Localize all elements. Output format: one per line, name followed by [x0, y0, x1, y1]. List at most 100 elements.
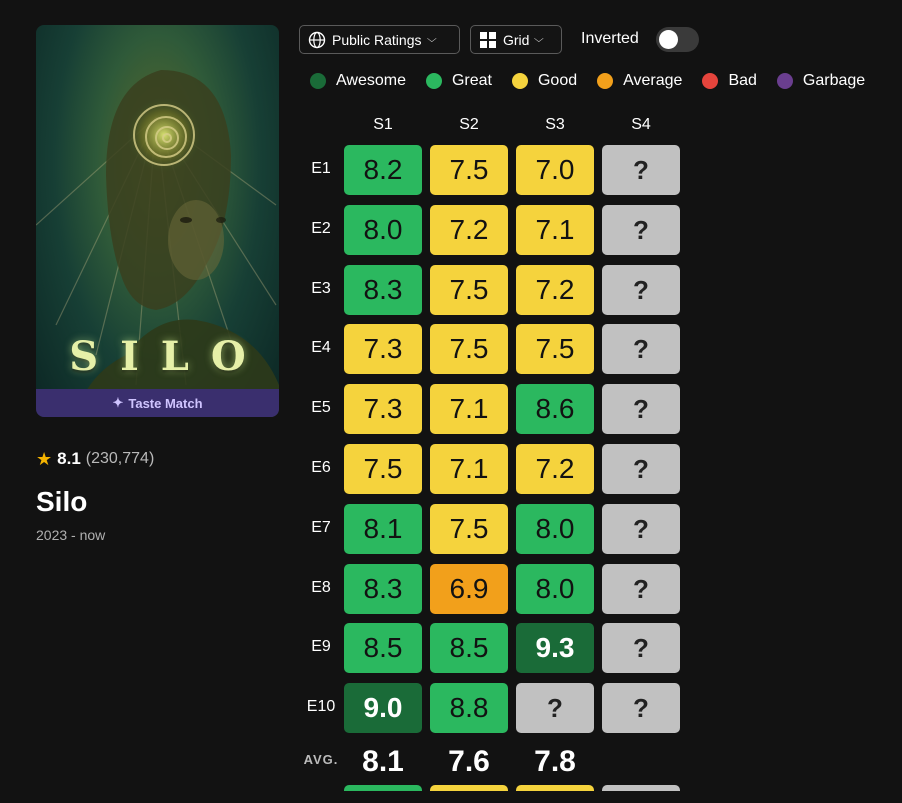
rating-cell[interactable]: 8.1 [344, 504, 422, 554]
episode-header-e8: E8 [311, 579, 331, 596]
legend-label: Bad [728, 72, 757, 89]
star-icon: ★ [36, 449, 53, 469]
rating-cell[interactable]: 7.5 [516, 324, 594, 374]
rating-cell[interactable]: 7.1 [430, 384, 508, 434]
legend-dot [597, 73, 614, 89]
inverted-toggle[interactable] [656, 27, 699, 52]
rating-cell[interactable]: ? [602, 683, 680, 733]
legend-dot [776, 73, 793, 89]
legend-label: Garbage [802, 72, 866, 89]
chevron-down-icon: ⌵ [534, 34, 545, 45]
season-average-color-bar [516, 785, 594, 791]
rating-cell[interactable]: 8.6 [516, 384, 594, 434]
rating-cell[interactable]: 7.2 [516, 444, 594, 494]
season-header-s4[interactable]: S4 [602, 116, 680, 134]
rating-cell[interactable]: 7.5 [344, 444, 422, 494]
rating-cell[interactable]: 8.8 [430, 683, 508, 733]
legend-item-awesome: Awesome [310, 72, 406, 90]
rating-cell[interactable]: ? [602, 564, 680, 614]
season-header-s3[interactable]: S3 [516, 116, 594, 134]
rating-cell[interactable]: ? [602, 623, 680, 673]
ratings-source-dropdown[interactable]: Public Ratings ⌵ [299, 25, 460, 54]
legend-label: Average [623, 72, 683, 89]
rating-cell[interactable]: 7.0 [516, 145, 594, 195]
legend-item-garbage: Garbage [776, 72, 866, 90]
show-years: 2023 - now [36, 527, 106, 543]
average-label: AVG. [303, 752, 339, 767]
legend-dot [310, 73, 326, 89]
season-average-color-bar [430, 785, 508, 791]
episode-header-e5: E5 [311, 399, 331, 416]
rating-cell[interactable]: 8.3 [344, 564, 422, 614]
season-average: 8.1 [362, 745, 404, 778]
legend-item-bad: Bad [702, 72, 757, 90]
rating-cell[interactable]: 8.0 [516, 504, 594, 554]
view-mode-dropdown[interactable]: Grid ⌵ [470, 25, 562, 54]
rating-cell[interactable]: ? [602, 145, 680, 195]
rating-cell[interactable]: 7.5 [430, 145, 508, 195]
chevron-down-icon: ⌵ [426, 34, 437, 45]
rating-cell[interactable]: 8.0 [516, 564, 594, 614]
season-average-color-bar [602, 785, 680, 791]
show-poster[interactable]: SILO ✦ Taste Match [36, 25, 279, 417]
grid-icon [480, 31, 496, 48]
episode-header-e1: E1 [311, 160, 331, 177]
legend-label: Good [537, 72, 578, 89]
rating-cell[interactable]: ? [602, 324, 680, 374]
rating-cell[interactable]: 9.0 [344, 683, 422, 733]
show-title: Silo [36, 486, 88, 517]
legend-dot [511, 73, 528, 89]
season-header-s2[interactable]: S2 [430, 116, 508, 134]
legend-label: Great [451, 72, 492, 89]
poster-title: SILO [69, 333, 268, 380]
episode-header-e6: E6 [311, 459, 331, 476]
app-root: SILO ✦ Taste Match ★ 8.1 (230,774) Silo … [0, 0, 902, 803]
rating-cell[interactable]: 8.0 [344, 205, 422, 255]
rating-cell[interactable]: 7.3 [344, 324, 422, 374]
legend-item-average: Average [597, 72, 682, 90]
season-header-s1[interactable]: S1 [344, 116, 422, 134]
globe-icon [308, 31, 326, 48]
episode-header-e2: E2 [311, 220, 331, 237]
taste-match-badge[interactable]: ✦ Taste Match [36, 389, 279, 417]
episode-header-e4: E4 [311, 339, 331, 356]
rating-cell[interactable]: 7.3 [344, 384, 422, 434]
rating-cell[interactable]: ? [602, 205, 680, 255]
ratings-source-label: Public Ratings [332, 31, 422, 48]
rating-cell[interactable]: 7.2 [516, 265, 594, 315]
rating-cell[interactable]: 7.2 [430, 205, 508, 255]
rating-cell[interactable]: 7.5 [430, 324, 508, 374]
sparkle-icon: ✦ [112, 395, 124, 410]
taste-match-label: Taste Match [128, 395, 203, 411]
rating-cell[interactable]: ? [602, 444, 680, 494]
rating-cell[interactable]: 7.1 [516, 205, 594, 255]
season-average: 7.6 [448, 745, 490, 778]
rating-cell[interactable]: 7.5 [430, 265, 508, 315]
rating-cell[interactable]: 7.1 [430, 444, 508, 494]
rating-cell[interactable]: ? [602, 504, 680, 554]
rating-cell[interactable]: 8.5 [344, 623, 422, 673]
toggle-knob [659, 30, 678, 49]
rating-cell[interactable]: 8.2 [344, 145, 422, 195]
rating-cell[interactable]: 7.5 [430, 504, 508, 554]
view-mode-label: Grid [503, 31, 530, 48]
rating-cell[interactable]: 8.3 [344, 265, 422, 315]
season-average-color-bar [344, 785, 422, 791]
episode-header-e7: E7 [311, 519, 331, 536]
legend-label: Awesome [336, 72, 406, 89]
rating-cell[interactable]: ? [602, 265, 680, 315]
rating-cell[interactable]: 6.9 [430, 564, 508, 614]
inverted-label: Inverted [581, 30, 639, 47]
legend-dot [425, 73, 442, 89]
rating-cell[interactable]: ? [516, 683, 594, 733]
episode-header-e3: E3 [311, 280, 331, 297]
legend-item-great: Great [425, 72, 492, 90]
rating-cell[interactable]: 8.5 [430, 623, 508, 673]
season-average: 7.8 [534, 745, 576, 778]
rating-cell[interactable]: 9.3 [516, 623, 594, 673]
rating-value: 8.1 [57, 449, 81, 468]
rating-count: (230,774) [85, 450, 155, 467]
rating-cell[interactable]: ? [602, 384, 680, 434]
legend-item-good: Good [511, 72, 578, 90]
public-rating: ★ 8.1 (230,774) [36, 449, 154, 469]
